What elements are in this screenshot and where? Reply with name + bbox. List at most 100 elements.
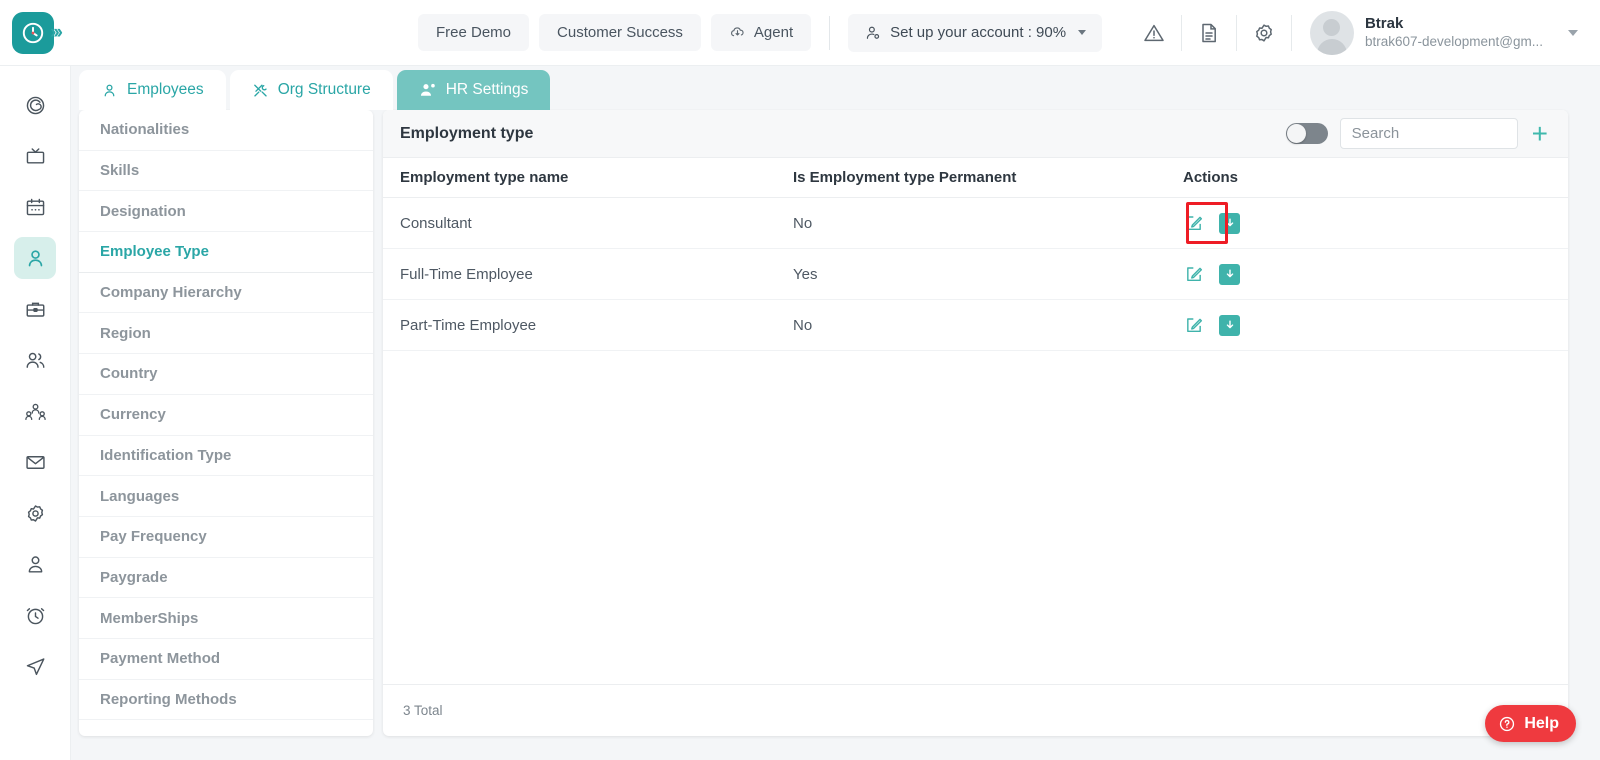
- cell-employment-type-name: Consultant: [400, 214, 472, 232]
- settings-list-item-label: Currency: [100, 406, 166, 424]
- settings-list-item-label: Payment Method: [100, 650, 221, 668]
- download-box-icon[interactable]: [1219, 212, 1240, 234]
- rail-item-calendar[interactable]: [14, 186, 56, 228]
- user-text: Btrak btrak607-development@gm...: [1365, 14, 1543, 50]
- settings-list-item[interactable]: Employee Type: [79, 232, 373, 273]
- settings-list-item[interactable]: Payment Method: [79, 639, 373, 680]
- user-email: btrak607-development@gm...: [1364, 34, 1543, 50]
- gear-icon[interactable]: [1237, 0, 1291, 66]
- account-setup-button[interactable]: Set up your account : 90%: [848, 13, 1103, 52]
- download-box-icon[interactable]: [1219, 314, 1240, 336]
- table-body: Consultant No Full-Time Employee Yes Part-Ti…: [383, 198, 1568, 351]
- edit-pencil-icon[interactable]: [1183, 315, 1204, 336]
- edit-pencil-icon[interactable]: [1183, 264, 1204, 285]
- top-icon-group: Btrak btrak607-development@gm...: [1127, 0, 1600, 66]
- question-circle-icon: [1498, 715, 1516, 733]
- settings-list-item[interactable]: Reporting Methods: [79, 680, 373, 721]
- cell-employment-type-name: Full-Time Employee: [400, 265, 533, 283]
- settings-list-item[interactable]: Company Hierarchy: [79, 273, 373, 314]
- settings-list-item[interactable]: Designation: [79, 191, 373, 233]
- chevron-down-icon: [1078, 30, 1087, 35]
- rail-item-mail[interactable]: [14, 441, 56, 483]
- panel-title: Employment type: [400, 124, 534, 142]
- nav-divider: [829, 15, 831, 50]
- tab-hr-settings-label: HR Settings: [445, 81, 529, 98]
- rail-item-timer[interactable]: [14, 594, 56, 636]
- rail-item-dashboard[interactable]: [14, 84, 56, 126]
- settings-list-item-label: Identification Type: [100, 446, 232, 464]
- edit-pencil-icon[interactable]: [1183, 213, 1204, 234]
- tab-org-structure[interactable]: Org Structure: [229, 70, 393, 110]
- table-footer: 3 Total: [383, 684, 1568, 736]
- rail-item-tv[interactable]: [14, 135, 56, 177]
- cell-employment-type-name: Part-Time Employee: [400, 316, 537, 334]
- table-row: Part-Time Employee No: [383, 300, 1568, 351]
- user-cog-icon: [864, 24, 882, 42]
- agent-button[interactable]: Agent: [710, 14, 812, 51]
- settings-list-item-label: Nationalities: [100, 121, 190, 139]
- settings-list-item[interactable]: Skills: [79, 151, 373, 192]
- tab-hr-settings[interactable]: HR Settings: [396, 70, 551, 110]
- rail-item-send[interactable]: [14, 645, 56, 687]
- rail-item-teams[interactable]: [14, 339, 56, 381]
- user-name: Btrak: [1364, 15, 1404, 33]
- status-toggle[interactable]: [1285, 123, 1328, 144]
- customer-success-button[interactable]: Customer Success: [539, 14, 701, 51]
- rail-item-profile[interactable]: [14, 543, 56, 585]
- tab-org-structure-label: Org Structure: [277, 81, 371, 98]
- help-button[interactable]: Help: [1485, 705, 1576, 742]
- settings-list-item-label: MemberShips: [100, 609, 199, 627]
- search-input[interactable]: [1339, 118, 1518, 149]
- column-header-actions: Actions: [1183, 169, 1239, 186]
- add-employment-type-button[interactable]: +: [1530, 119, 1550, 148]
- settings-list-item-label: Designation: [100, 202, 186, 220]
- account-setup-label: Set up your account : 90%: [890, 24, 1067, 41]
- settings-list-item-label: Company Hierarchy: [100, 284, 242, 302]
- rail-item-org[interactable]: [14, 390, 56, 432]
- table-row: Consultant No: [383, 198, 1568, 249]
- document-icon[interactable]: [1182, 0, 1236, 66]
- settings-list-item[interactable]: Paygrade: [79, 558, 373, 599]
- settings-list-item-label: Languages: [100, 487, 180, 505]
- settings-list-item-label: Country: [100, 365, 158, 383]
- total-count-label: 3 Total: [403, 703, 443, 718]
- warning-triangle-icon[interactable]: [1127, 0, 1181, 66]
- toggle-knob: [1286, 124, 1306, 143]
- top-bar: ››› Free Demo Customer Success Agent Set…: [0, 0, 1600, 66]
- settings-list-item[interactable]: Identification Type: [79, 436, 373, 477]
- table-header-row: Employment type name Is Employment type …: [383, 158, 1568, 198]
- settings-list-item[interactable]: MemberShips: [79, 598, 373, 639]
- settings-list-item-label: Reporting Methods: [100, 690, 237, 708]
- people-gear-icon: [419, 81, 437, 99]
- download-box-icon[interactable]: [1219, 263, 1240, 285]
- tab-bar: Employees Org Structure HR Settings: [79, 70, 554, 110]
- settings-list-item[interactable]: Pay Frequency: [79, 517, 373, 558]
- settings-list-item-label: Region: [100, 324, 151, 342]
- cell-actions: [1183, 314, 1568, 336]
- chevrons-right-icon[interactable]: ›››: [50, 22, 63, 44]
- settings-list-item[interactable]: Region: [79, 313, 373, 355]
- settings-list-item[interactable]: Languages: [79, 476, 373, 517]
- rail-item-settings[interactable]: [14, 492, 56, 534]
- tab-employees-label: Employees: [127, 81, 204, 98]
- settings-list-item[interactable]: Nationalities: [79, 110, 373, 151]
- rail-item-briefcase[interactable]: [14, 288, 56, 330]
- icon-rail: [0, 66, 71, 760]
- table-row: Full-Time Employee Yes: [383, 249, 1568, 300]
- settings-list-item[interactable]: Currency: [79, 395, 373, 436]
- cell-actions: [1183, 263, 1568, 285]
- logo-area: ›››: [0, 0, 72, 66]
- chevron-down-icon[interactable]: [1568, 29, 1578, 36]
- column-header-permanent: Is Employment type Permanent: [793, 169, 1017, 186]
- cloud-download-icon: [729, 24, 746, 41]
- free-demo-button[interactable]: Free Demo: [418, 14, 530, 51]
- tab-employees[interactable]: Employees: [79, 70, 226, 110]
- user-menu[interactable]: Btrak btrak607-development@gm...: [1292, 10, 1600, 55]
- cell-is-permanent: Yes: [793, 265, 818, 283]
- rail-item-employees[interactable]: [14, 237, 56, 279]
- employment-type-table: Employment type name Is Employment type …: [383, 158, 1568, 684]
- clock-logo-icon[interactable]: [12, 11, 54, 54]
- cell-actions: [1183, 212, 1568, 234]
- settings-list-item[interactable]: Country: [79, 354, 373, 395]
- hr-settings-list: Nationalities Skills Designation Employee T…: [79, 110, 373, 736]
